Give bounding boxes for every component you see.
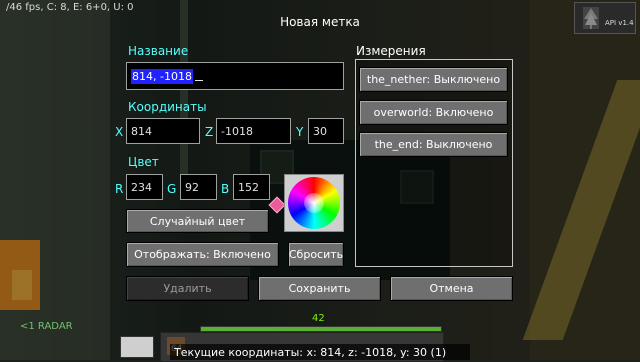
green-input[interactable]: 92	[180, 174, 217, 200]
page-title: Новая метка	[280, 15, 360, 29]
color-wheel-icon	[288, 177, 340, 229]
x-label: X	[115, 125, 124, 139]
b-label: B	[221, 182, 230, 196]
blue-input[interactable]: 152	[233, 174, 270, 200]
color-wheel-picker[interactable]	[284, 174, 344, 232]
current-coordinates-text: Текущие координаты: x: 814, z: -1018, y:…	[174, 346, 447, 359]
delete-button[interactable]: Удалить	[126, 276, 249, 301]
dimension-nether-toggle[interactable]: the_nether: Выключено	[359, 67, 508, 92]
cancel-button[interactable]: Отмена	[390, 276, 513, 301]
green-value: 92	[185, 180, 199, 194]
display-toggle-button[interactable]: Отображать: Включено	[126, 242, 279, 267]
z-coordinate-input[interactable]: -1018	[216, 118, 291, 144]
hud-item-icon	[120, 336, 154, 358]
y-value: 30	[313, 124, 327, 138]
blue-value: 152	[238, 180, 259, 194]
name-input-selected-text: 814, -1018	[131, 68, 193, 84]
radar-text: <1 RADAR	[20, 321, 73, 332]
random-color-button[interactable]: Случайный цвет	[126, 209, 269, 233]
coordinates-label: Координаты	[128, 100, 207, 114]
z-value: -1018	[221, 124, 253, 138]
dimension-overworld-toggle[interactable]: overworld: Включено	[359, 100, 508, 125]
xp-level: 42	[312, 313, 325, 324]
text-cursor	[194, 79, 203, 81]
red-input[interactable]: 234	[126, 174, 163, 200]
color-label: Цвет	[128, 155, 159, 169]
g-label: G	[167, 182, 177, 196]
z-label: Z	[205, 125, 214, 139]
reset-button[interactable]: Сбросить	[288, 242, 344, 267]
x-coordinate-input[interactable]: 814	[126, 118, 200, 144]
name-input[interactable]: 814, -1018	[126, 62, 344, 90]
save-button[interactable]: Сохранить	[258, 276, 381, 301]
dimension-end-toggle[interactable]: the_end: Выключено	[359, 132, 508, 157]
dimensions-label: Измерения	[356, 44, 426, 58]
r-label: R	[115, 182, 124, 196]
name-label: Название	[128, 44, 189, 58]
red-value: 234	[131, 180, 152, 194]
status-bar: Текущие координаты: x: 814, z: -1018, y:…	[170, 344, 470, 360]
x-value: 814	[131, 124, 152, 138]
y-coordinate-input[interactable]: 30	[308, 118, 344, 144]
y-label: Y	[296, 125, 304, 139]
debug-fps-text: /46 fps, C: 8, E: 6+0, U: 0	[6, 2, 134, 13]
